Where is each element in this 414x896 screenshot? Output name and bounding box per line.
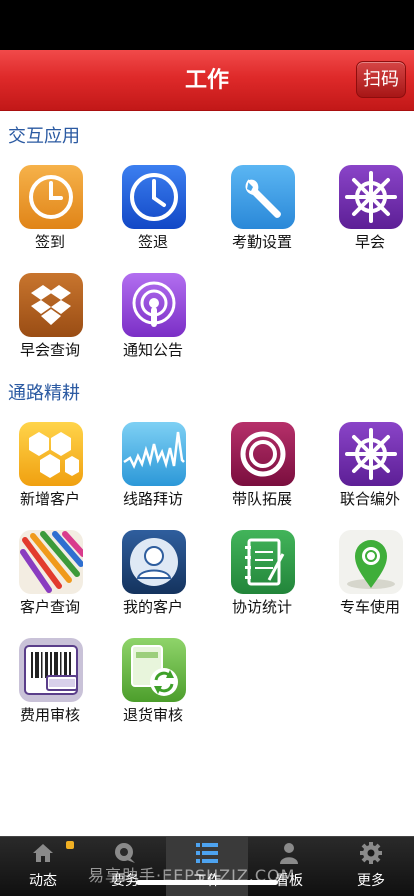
section-title-interactive-apps: 交互应用 (8, 126, 80, 147)
wave-icon (122, 422, 186, 486)
tile-visit-statistics[interactable]: 协访统计 (212, 530, 312, 630)
ring-icon (231, 422, 295, 486)
gear-icon (360, 842, 382, 864)
helm-icon (339, 422, 403, 486)
clock-icon (122, 165, 186, 229)
notification-badge (66, 841, 74, 849)
page-title: 工作 (184, 68, 229, 93)
tab-label: 更多 (357, 873, 385, 889)
contact-icon (122, 530, 186, 594)
tile-label: 费用审核 (19, 706, 80, 724)
home-indicator (136, 880, 278, 885)
tile-meeting-query[interactable]: 早会查询 (0, 273, 100, 373)
tab-label: 动态 (29, 873, 57, 889)
barcode-icon (19, 638, 83, 702)
clock-icon (19, 165, 83, 229)
tile-vehicle-use[interactable]: 专车使用 (320, 530, 414, 630)
tile-label: 通知公告 (122, 341, 183, 359)
tile-customer-query[interactable]: 客户查询 (0, 530, 100, 630)
tile-label: 早会 (354, 233, 385, 251)
tile-sign-in[interactable]: 签到 (0, 165, 100, 265)
map-pin-icon (339, 530, 403, 594)
tile-label: 协访统计 (231, 598, 292, 616)
helm-icon (339, 165, 403, 229)
nav-bar: 工作 扫码 (0, 50, 414, 111)
scan-button[interactable]: 扫码 (356, 61, 406, 98)
tile-return-review[interactable]: 退货审核 (103, 638, 203, 738)
broadcast-icon (122, 273, 186, 337)
tile-my-customers[interactable]: 我的客户 (103, 530, 203, 630)
box-icon (19, 273, 83, 337)
hexagon-icon (19, 422, 83, 486)
tile-announcements[interactable]: 通知公告 (103, 273, 203, 373)
tile-expense-review[interactable]: 费用审核 (0, 638, 100, 738)
tile-label: 带队拓展 (231, 490, 292, 508)
home-icon (33, 844, 53, 862)
tile-label: 退货审核 (122, 706, 183, 724)
tile-label: 联合编外 (339, 490, 400, 508)
tile-label: 签退 (137, 233, 168, 251)
tile-joint-outsourcing[interactable]: 联合编外 (320, 422, 414, 522)
status-bar (0, 0, 414, 50)
tile-label: 签到 (34, 233, 65, 251)
refresh-icon (122, 638, 186, 702)
tile-label: 早会查询 (19, 341, 80, 359)
tab-dynamics[interactable]: 动态 (2, 837, 84, 896)
tile-label: 客户查询 (19, 598, 80, 616)
tile-label: 专车使用 (339, 598, 400, 616)
tile-label: 线路拜访 (122, 490, 183, 508)
tile-add-customer[interactable]: 新增客户 (0, 422, 100, 522)
tile-label: 新增客户 (19, 490, 80, 508)
pencils-icon (19, 530, 83, 594)
tile-team-expansion[interactable]: 带队拓展 (212, 422, 312, 522)
tile-label: 考勤设置 (231, 233, 292, 251)
section-title-channel-cultivation: 通路精耕 (8, 383, 80, 404)
tile-label: 我的客户 (122, 598, 183, 616)
notebook-icon (231, 530, 295, 594)
wrench-icon (231, 165, 295, 229)
tile-route-visit[interactable]: 线路拜访 (103, 422, 203, 522)
tile-sign-out[interactable]: 签退 (103, 165, 203, 265)
tile-attendance-settings[interactable]: 考勤设置 (212, 165, 312, 265)
tile-morning-meeting[interactable]: 早会 (320, 165, 414, 265)
tab-more[interactable]: 更多 (330, 837, 412, 896)
